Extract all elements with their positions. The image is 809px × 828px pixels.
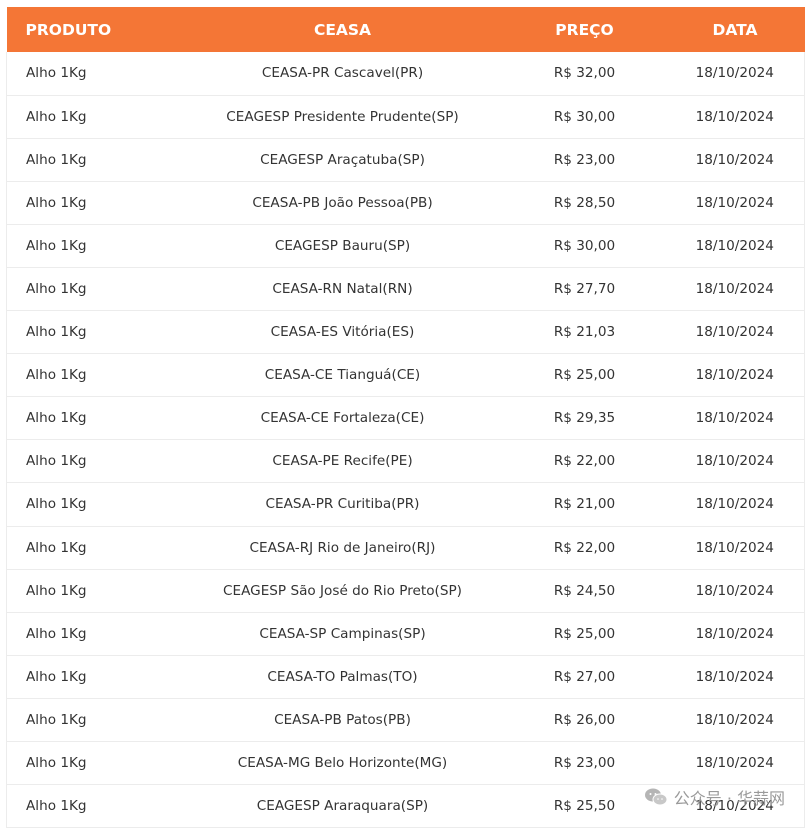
cell-preco: R$ 27,70 xyxy=(504,267,666,310)
cell-data: 18/10/2024 xyxy=(666,655,805,698)
cell-ceasa: CEAGESP Araçatuba(SP) xyxy=(182,138,504,181)
column-header-preco[interactable]: PREÇO xyxy=(504,7,666,52)
table-row: Alho 1KgCEASA-CE Tianguá(CE)R$ 25,0018/1… xyxy=(7,354,805,397)
table-row: Alho 1KgCEASA-PB Patos(PB)R$ 26,0018/10/… xyxy=(7,698,805,741)
cell-preco: R$ 29,35 xyxy=(504,397,666,440)
cell-ceasa: CEASA-RJ Rio de Janeiro(RJ) xyxy=(182,526,504,569)
cell-preco: R$ 23,00 xyxy=(504,138,666,181)
table-row: Alho 1KgCEASA-PE Recife(PE)R$ 22,0018/10… xyxy=(7,440,805,483)
cell-produto: Alho 1Kg xyxy=(7,354,182,397)
cell-produto: Alho 1Kg xyxy=(7,655,182,698)
table-row: Alho 1KgCEAGESP São José do Rio Preto(SP… xyxy=(7,569,805,612)
cell-ceasa: CEASA-PB João Pessoa(PB) xyxy=(182,181,504,224)
cell-ceasa: CEASA-PE Recife(PE) xyxy=(182,440,504,483)
cell-data: 18/10/2024 xyxy=(666,311,805,354)
cell-data: 18/10/2024 xyxy=(666,440,805,483)
cell-data: 18/10/2024 xyxy=(666,181,805,224)
cell-ceasa: CEASA-PR Cascavel(PR) xyxy=(182,52,504,95)
table-row: Alho 1KgCEAGESP Bauru(SP)R$ 30,0018/10/2… xyxy=(7,224,805,267)
cell-produto: Alho 1Kg xyxy=(7,138,182,181)
table-row: Alho 1KgCEAGESP Presidente Prudente(SP)R… xyxy=(7,95,805,138)
cell-ceasa: CEASA-SP Campinas(SP) xyxy=(182,612,504,655)
table-row: Alho 1KgCEASA-RN Natal(RN)R$ 27,7018/10/… xyxy=(7,267,805,310)
cell-produto: Alho 1Kg xyxy=(7,483,182,526)
cell-produto: Alho 1Kg xyxy=(7,267,182,310)
cell-ceasa: CEASA-TO Palmas(TO) xyxy=(182,655,504,698)
cell-preco: R$ 26,00 xyxy=(504,698,666,741)
table-row: Alho 1KgCEASA-CE Fortaleza(CE)R$ 29,3518… xyxy=(7,397,805,440)
column-header-ceasa[interactable]: CEASA xyxy=(182,7,504,52)
header-row: PRODUTO CEASA PREÇO DATA xyxy=(7,7,805,52)
cell-produto: Alho 1Kg xyxy=(7,224,182,267)
cell-data: 18/10/2024 xyxy=(666,742,805,785)
table-header: PRODUTO CEASA PREÇO DATA xyxy=(7,7,805,52)
table-row: Alho 1KgCEASA-RJ Rio de Janeiro(RJ)R$ 22… xyxy=(7,526,805,569)
cell-preco: R$ 27,00 xyxy=(504,655,666,698)
cell-data: 18/10/2024 xyxy=(666,138,805,181)
column-header-data[interactable]: DATA xyxy=(666,7,805,52)
cell-produto: Alho 1Kg xyxy=(7,52,182,95)
cell-ceasa: CEASA-RN Natal(RN) xyxy=(182,267,504,310)
cell-data: 18/10/2024 xyxy=(666,526,805,569)
cell-produto: Alho 1Kg xyxy=(7,181,182,224)
column-header-produto[interactable]: PRODUTO xyxy=(7,7,182,52)
cell-produto: Alho 1Kg xyxy=(7,742,182,785)
table-row: Alho 1KgCEASA-PB João Pessoa(PB)R$ 28,50… xyxy=(7,181,805,224)
table-row: Alho 1KgCEASA-TO Palmas(TO)R$ 27,0018/10… xyxy=(7,655,805,698)
cell-ceasa: CEASA-CE Tianguá(CE) xyxy=(182,354,504,397)
cell-preco: R$ 21,03 xyxy=(504,311,666,354)
cell-data: 18/10/2024 xyxy=(666,785,805,828)
cell-preco: R$ 25,00 xyxy=(504,612,666,655)
cell-data: 18/10/2024 xyxy=(666,698,805,741)
cell-data: 18/10/2024 xyxy=(666,95,805,138)
cell-preco: R$ 25,50 xyxy=(504,785,666,828)
cell-ceasa: CEASA-CE Fortaleza(CE) xyxy=(182,397,504,440)
cell-produto: Alho 1Kg xyxy=(7,95,182,138)
table-row: Alho 1KgCEASA-PR Cascavel(PR)R$ 32,0018/… xyxy=(7,52,805,95)
cell-produto: Alho 1Kg xyxy=(7,440,182,483)
cell-preco: R$ 28,50 xyxy=(504,181,666,224)
table-body: Alho 1KgCEASA-PR Cascavel(PR)R$ 32,0018/… xyxy=(7,52,805,828)
table-row: Alho 1KgCEASA-PR Curitiba(PR)R$ 21,0018/… xyxy=(7,483,805,526)
cell-ceasa: CEAGESP Bauru(SP) xyxy=(182,224,504,267)
table-row: Alho 1KgCEASA-ES Vitória(ES)R$ 21,0318/1… xyxy=(7,311,805,354)
cell-preco: R$ 25,00 xyxy=(504,354,666,397)
table-row: Alho 1KgCEAGESP Araraquara(SP)R$ 25,5018… xyxy=(7,785,805,828)
table-row: Alho 1KgCEAGESP Araçatuba(SP)R$ 23,0018/… xyxy=(7,138,805,181)
table-row: Alho 1KgCEASA-SP Campinas(SP)R$ 25,0018/… xyxy=(7,612,805,655)
cell-ceasa: CEAGESP Araraquara(SP) xyxy=(182,785,504,828)
cell-produto: Alho 1Kg xyxy=(7,785,182,828)
cell-preco: R$ 22,00 xyxy=(504,526,666,569)
cell-preco: R$ 30,00 xyxy=(504,95,666,138)
cell-ceasa: CEASA-PR Curitiba(PR) xyxy=(182,483,504,526)
cell-preco: R$ 30,00 xyxy=(504,224,666,267)
cell-preco: R$ 24,50 xyxy=(504,569,666,612)
cell-data: 18/10/2024 xyxy=(666,52,805,95)
cell-produto: Alho 1Kg xyxy=(7,311,182,354)
cell-preco: R$ 21,00 xyxy=(504,483,666,526)
cell-data: 18/10/2024 xyxy=(666,224,805,267)
cell-produto: Alho 1Kg xyxy=(7,612,182,655)
cell-produto: Alho 1Kg xyxy=(7,397,182,440)
cell-ceasa: CEASA-ES Vitória(ES) xyxy=(182,311,504,354)
price-table: PRODUTO CEASA PREÇO DATA Alho 1KgCEASA-P… xyxy=(6,7,805,828)
cell-data: 18/10/2024 xyxy=(666,612,805,655)
cell-ceasa: CEASA-MG Belo Horizonte(MG) xyxy=(182,742,504,785)
cell-produto: Alho 1Kg xyxy=(7,526,182,569)
cell-produto: Alho 1Kg xyxy=(7,698,182,741)
cell-preco: R$ 32,00 xyxy=(504,52,666,95)
cell-data: 18/10/2024 xyxy=(666,354,805,397)
cell-data: 18/10/2024 xyxy=(666,569,805,612)
cell-preco: R$ 23,00 xyxy=(504,742,666,785)
cell-ceasa: CEAGESP São José do Rio Preto(SP) xyxy=(182,569,504,612)
table-row: Alho 1KgCEASA-MG Belo Horizonte(MG)R$ 23… xyxy=(7,742,805,785)
price-table-container: PRODUTO CEASA PREÇO DATA Alho 1KgCEASA-P… xyxy=(6,7,804,828)
cell-ceasa: CEAGESP Presidente Prudente(SP) xyxy=(182,95,504,138)
cell-preco: R$ 22,00 xyxy=(504,440,666,483)
cell-data: 18/10/2024 xyxy=(666,483,805,526)
cell-ceasa: CEASA-PB Patos(PB) xyxy=(182,698,504,741)
cell-data: 18/10/2024 xyxy=(666,267,805,310)
cell-data: 18/10/2024 xyxy=(666,397,805,440)
cell-produto: Alho 1Kg xyxy=(7,569,182,612)
